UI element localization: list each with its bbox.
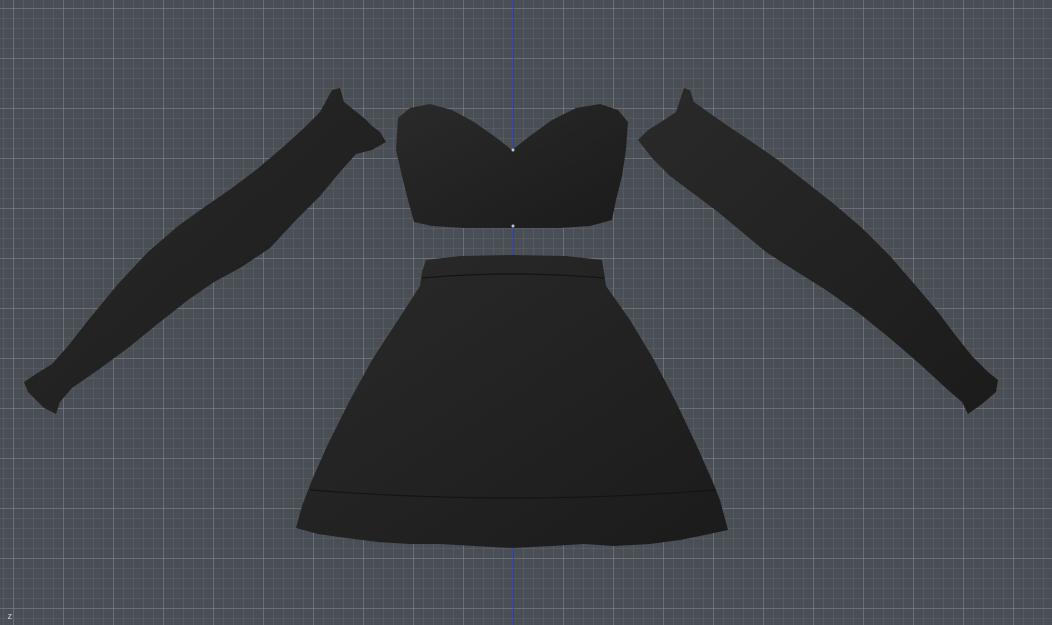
skirt[interactable] [296,255,728,548]
outfit-model[interactable] [0,0,1052,625]
left-sleeve[interactable] [24,88,386,414]
bandeau-top[interactable] [396,104,628,228]
center-vertex-marker [511,148,515,152]
axis-indicator: z [7,612,13,622]
center-vertex-marker [511,224,515,228]
right-sleeve[interactable] [638,88,998,414]
3d-viewport[interactable]: z [0,0,1052,625]
